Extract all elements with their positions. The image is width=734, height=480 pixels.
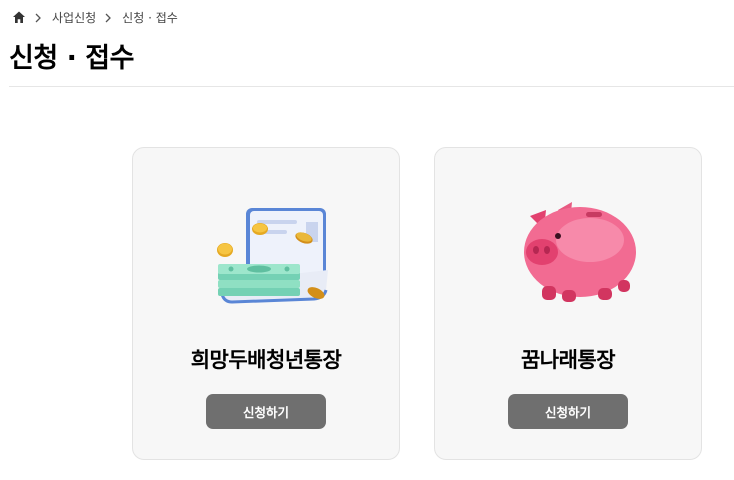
program-card-dream-wing: 꿈나래통장 신청하기 bbox=[434, 147, 702, 460]
breadcrumb-item-current[interactable]: 신청 · 접수 bbox=[122, 9, 178, 26]
apply-button-dream-wing[interactable]: 신청하기 bbox=[508, 394, 628, 429]
home-icon[interactable] bbox=[12, 10, 26, 24]
breadcrumb: 사업신청 신청 · 접수 bbox=[12, 8, 178, 26]
program-card-hope-double: 희망두배청년통장 신청하기 bbox=[132, 147, 400, 460]
title-divider bbox=[9, 86, 734, 87]
chevron-right-icon bbox=[104, 12, 112, 23]
apply-button-hope-double[interactable]: 신청하기 bbox=[206, 394, 326, 429]
wallet-money-icon bbox=[196, 200, 336, 314]
page-title: 신청 · 접수 bbox=[9, 43, 134, 74]
program-title: 꿈나래통장 bbox=[520, 348, 616, 372]
chevron-right-icon bbox=[34, 12, 42, 23]
program-title: 희망두배청년통장 bbox=[190, 348, 342, 372]
breadcrumb-item-business-application[interactable]: 사업신청 bbox=[52, 9, 96, 26]
piggy-bank-icon bbox=[498, 200, 638, 314]
